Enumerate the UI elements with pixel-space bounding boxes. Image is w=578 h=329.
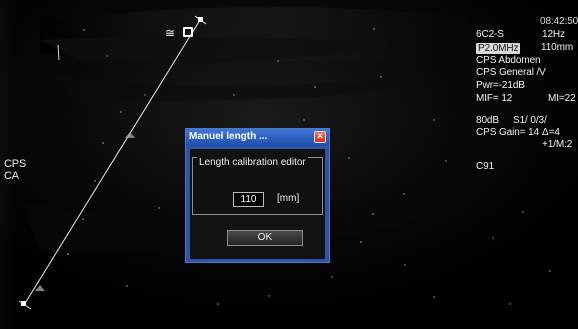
speckle <box>433 296 435 298</box>
left-label-cps: CPS <box>4 158 27 170</box>
status-s1: S1/ 0/3/ <box>513 115 547 126</box>
speckle <box>120 111 122 113</box>
status-mif: MIF= 12 <box>476 93 513 104</box>
ok-button[interactable]: OK <box>227 230 303 246</box>
speckle <box>82 218 84 220</box>
status-ratio: +1/M:2 <box>542 139 573 150</box>
length-calibration-group: Length calibration editor 110 [mm] <box>192 157 323 215</box>
speckle <box>144 94 146 96</box>
status-frequency: P2.0MHz <box>476 43 521 54</box>
dialog-title: Manuel length ... <box>189 131 268 142</box>
status-probe: 6C2-S <box>476 29 504 40</box>
speckle <box>522 211 524 213</box>
length-input[interactable]: 110 <box>233 192 264 207</box>
speckle <box>314 86 316 88</box>
speckle <box>404 264 406 266</box>
status-mi: MI=22 <box>548 93 576 104</box>
approx-equal-icon: ≅ <box>165 26 176 40</box>
speckle <box>331 276 333 278</box>
speckle <box>445 160 447 162</box>
speckle <box>158 207 160 209</box>
lower-caliper-handle[interactable] <box>21 301 26 306</box>
status-preset-1: CPS Abdomen <box>476 55 541 66</box>
speckle <box>509 303 511 305</box>
status-time: 08:42:50 <box>540 16 578 27</box>
speckle <box>277 60 279 62</box>
manual-length-dialog: Manuel length ... × Length calibration e… <box>185 128 330 263</box>
speckle <box>433 119 435 121</box>
status-panel: 08:42:50 6C2-S 12Hz P2.0MHz 110mm CPS Ab… <box>476 14 578 204</box>
status-depth: 110mm <box>541 42 574 53</box>
unit-label: [mm] <box>277 193 300 204</box>
top-overlay-icons: ≅ <box>165 27 197 41</box>
ultrasound-screen: CPS CA ≅ 08:42:50 6C2-S 12Hz P2.0MHz 110… <box>0 0 578 329</box>
close-icon[interactable]: × <box>314 131 326 143</box>
speckle <box>373 28 375 30</box>
speckle <box>268 295 270 297</box>
speckle <box>372 213 374 215</box>
speckle <box>106 55 108 57</box>
dialog-body: Length calibration editor 110 [mm] OK <box>190 149 325 259</box>
status-frame-rate: 12Hz <box>542 29 565 40</box>
upper-caliper-handle[interactable] <box>198 17 203 22</box>
speckle <box>217 303 219 305</box>
dialog-titlebar[interactable]: Manuel length ... × <box>186 129 329 146</box>
status-preset-2: CPS General /V <box>476 67 546 78</box>
speckle <box>360 241 362 243</box>
speckle <box>233 94 235 96</box>
status-gain-db: 80dB <box>476 115 499 126</box>
speckle <box>102 142 104 144</box>
speckle <box>94 180 96 182</box>
status-power: Pwr=-21dB <box>476 80 525 91</box>
speckle <box>348 157 350 159</box>
left-label-ca: CA <box>4 170 19 182</box>
speckle <box>83 29 85 31</box>
speckle <box>549 270 551 272</box>
speckle <box>67 253 69 255</box>
speckle <box>492 237 494 239</box>
speckle <box>403 193 405 195</box>
status-c91: C91 <box>476 161 495 172</box>
speckle <box>126 285 128 287</box>
speckle <box>380 76 382 78</box>
speckle <box>303 119 305 121</box>
status-cps-gain: CPS Gain= 14 <box>476 127 540 138</box>
group-label: Length calibration editor <box>197 157 308 169</box>
square-outline-icon <box>183 27 193 37</box>
status-delta: Δ=4 <box>542 127 560 138</box>
